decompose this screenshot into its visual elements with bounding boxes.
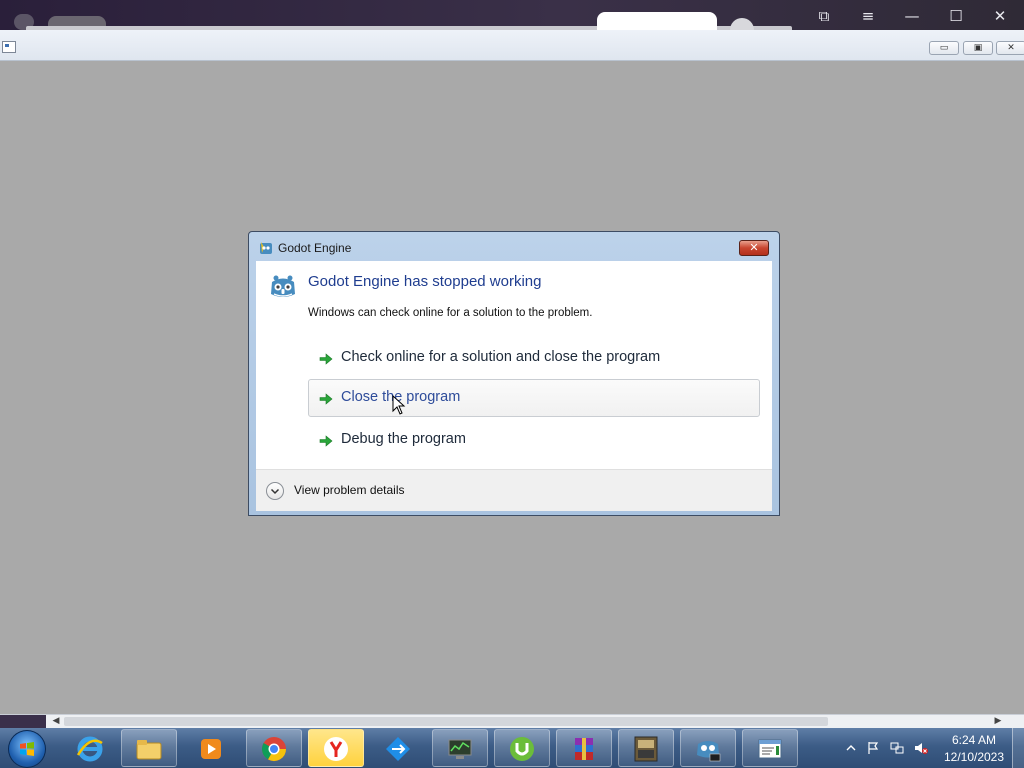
- dialog-headline: Godot Engine has stopped working: [308, 273, 542, 290]
- action-center-flag-icon[interactable]: [866, 741, 880, 755]
- viewer-window-bar: ▭ ▣ ✕: [0, 30, 1024, 61]
- taskbar-file-explorer[interactable]: [121, 729, 177, 767]
- error-dialog: Godot Engine ✕ Godot Engine has stopped …: [248, 231, 780, 516]
- teamviewer-icon: [386, 737, 410, 761]
- game-icon: [634, 736, 658, 762]
- dialog-close-button[interactable]: ✕: [739, 240, 769, 256]
- file-explorer-icon: [136, 740, 162, 760]
- taskbar-winrar[interactable]: [556, 729, 612, 767]
- host-maximize-button[interactable]: ☐: [941, 4, 971, 28]
- green-arrow-icon: [319, 353, 333, 365]
- host-title-bar: ⧉ ≡ — ☐ ✕: [0, 0, 1024, 30]
- taskbar: [0, 728, 1024, 768]
- option-close-program[interactable]: Close the program: [308, 379, 760, 417]
- taskbar-godot-console[interactable]: [680, 729, 736, 767]
- yandex-icon: [324, 737, 348, 761]
- clock-date[interactable]: 12/10/2023: [940, 750, 1008, 764]
- scrollbar-thumb[interactable]: [64, 717, 828, 726]
- host-active-tab[interactable]: [597, 12, 717, 30]
- option-label: Check online for a solution and close th…: [341, 349, 661, 365]
- host-minimize-button[interactable]: —: [897, 4, 927, 28]
- mouse-cursor-icon: [392, 395, 406, 415]
- viewer-restore-button[interactable]: ▣: [963, 41, 993, 55]
- scroll-right-arrow-icon[interactable]: ▶: [992, 715, 1004, 728]
- internet-explorer-icon: [76, 736, 103, 762]
- taskbar-internet-explorer[interactable]: [62, 729, 118, 767]
- volume-muted-icon[interactable]: [914, 741, 928, 755]
- scrollbar-edge: [0, 715, 46, 728]
- dialog-footer: View problem details: [256, 469, 772, 511]
- host-pin-icon[interactable]: ⧉: [809, 4, 839, 28]
- godot-console-icon: [697, 741, 721, 762]
- scroll-left-arrow-icon[interactable]: ◀: [50, 715, 62, 728]
- media-player-icon: [201, 739, 221, 759]
- view-problem-details-link[interactable]: View problem details: [294, 483, 405, 497]
- option-debug-program[interactable]: Debug the program: [308, 421, 760, 459]
- dialog-body: Godot Engine has stopped working Windows…: [256, 261, 772, 469]
- godot-title-icon: [260, 242, 272, 254]
- network-icon[interactable]: [890, 741, 904, 755]
- clock-time[interactable]: 6:24 AM: [944, 733, 1004, 747]
- chrome-icon: [261, 737, 286, 762]
- option-check-online[interactable]: Check online for a solution and close th…: [308, 339, 760, 377]
- utorrent-icon: [510, 737, 534, 761]
- network-monitor-icon: [448, 739, 472, 759]
- option-label: Debug the program: [341, 431, 466, 447]
- green-arrow-icon: [319, 435, 333, 447]
- windows-logo-icon: [20, 742, 34, 756]
- dialog-description: Windows can check online for a solution …: [308, 307, 593, 319]
- show-hidden-icons-icon[interactable]: [844, 741, 858, 755]
- godot-logo-icon: [271, 275, 295, 297]
- taskbar-yandex[interactable]: [308, 729, 364, 767]
- taskbar-media-player[interactable]: [183, 729, 239, 767]
- taskbar-chrome[interactable]: [246, 729, 302, 767]
- viewer-close-button[interactable]: ✕: [996, 41, 1024, 55]
- chevron-down-icon[interactable]: [266, 482, 284, 500]
- taskbar-teamviewer[interactable]: [370, 729, 426, 767]
- start-button[interactable]: [8, 730, 46, 768]
- show-desktop-button[interactable]: [1012, 728, 1024, 768]
- viewer-minimize-button[interactable]: ▭: [929, 41, 959, 55]
- taskbar-utorrent[interactable]: [494, 729, 550, 767]
- green-arrow-icon: [319, 393, 333, 405]
- dialog-title: Godot Engine: [278, 241, 352, 255]
- viewer-app-icon[interactable]: [2, 41, 16, 53]
- host-close-button[interactable]: ✕: [985, 4, 1015, 28]
- taskbar-notepad-window[interactable]: [742, 729, 798, 767]
- taskbar-network-monitor[interactable]: [432, 729, 488, 767]
- horizontal-scrollbar[interactable]: ◀ ▶: [0, 714, 1024, 728]
- host-menu-icon[interactable]: ≡: [853, 4, 883, 28]
- taskbar-game[interactable]: [618, 729, 674, 767]
- notepad-window-icon: [758, 739, 782, 759]
- winrar-icon: [575, 738, 593, 760]
